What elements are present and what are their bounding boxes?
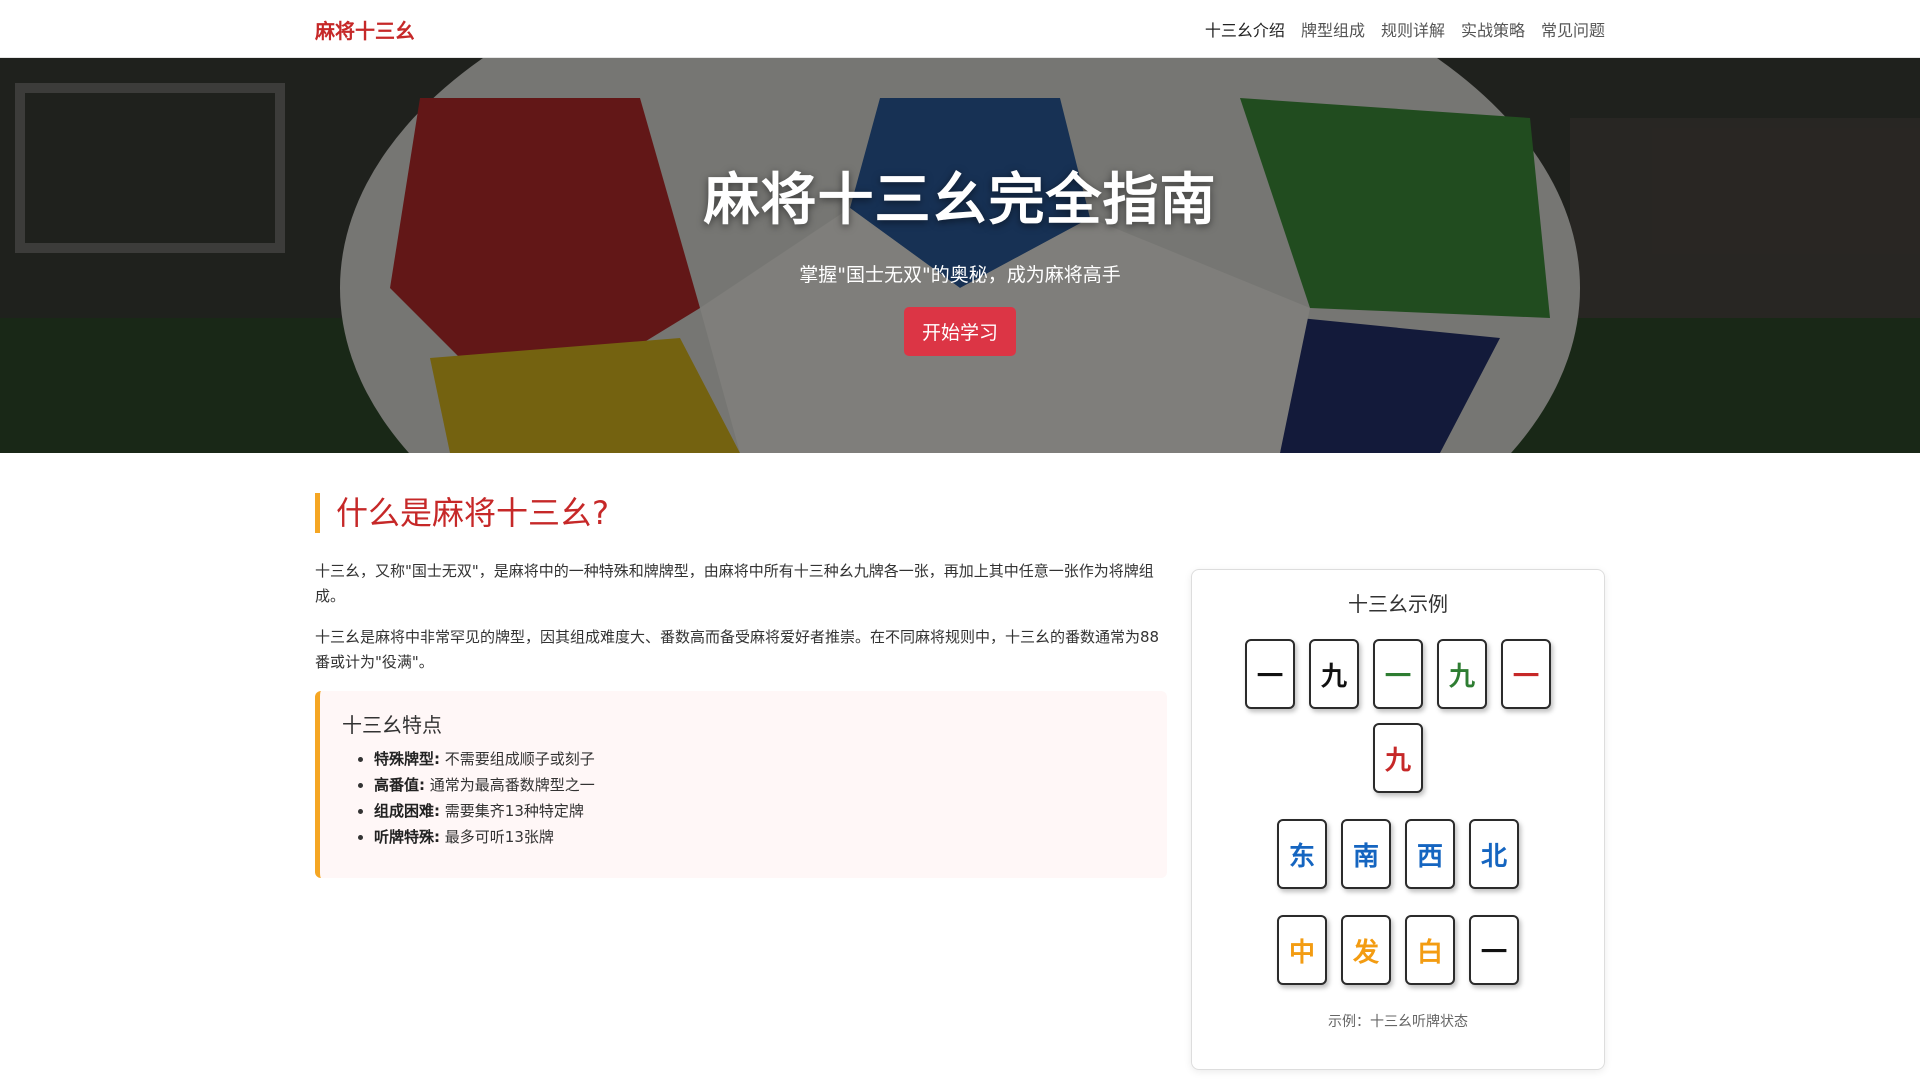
mahjong-tile: 北 — [1468, 819, 1519, 889]
mahjong-tile: 一 — [1500, 639, 1551, 709]
feature-text: 通常为最高番数牌型之一 — [429, 776, 595, 794]
nav-links: 十三幺介绍 牌型组成 规则详解 实战策略 常见问题 — [1205, 13, 1605, 45]
intro-column: 十三幺，又称"国士无双"，是麻将中的一种特殊和牌牌型，由麻将中所有十三种幺九牌各… — [315, 559, 1167, 1070]
intro-paragraph-2: 十三幺是麻将中非常罕见的牌型，因其组成难度大、番数高而备受麻将爱好者推崇。在不同… — [315, 628, 1160, 671]
mahjong-tile: 中 — [1276, 915, 1327, 985]
nav-link-faq[interactable]: 常见问题 — [1541, 13, 1605, 45]
nav-link-rules[interactable]: 规则详解 — [1381, 13, 1445, 45]
nav-link-strategy[interactable]: 实战策略 — [1461, 13, 1525, 45]
hero-content: 麻将十三幺完全指南 掌握"国士无双"的奥秘，成为麻将高手 开始学习 — [704, 155, 1217, 356]
feature-item: 高番值: 通常为最高番数牌型之一 — [374, 772, 1145, 798]
feature-item: 组成困难: 需要集齐13种特定牌 — [374, 798, 1145, 824]
example-caption: 示例：十三幺听牌状态 — [1327, 1014, 1468, 1030]
tile-row-terminals: 一九一九一九 — [1212, 639, 1584, 793]
mahjong-tile: 一 — [1372, 639, 1423, 709]
hero-banner: 麻将十三幺完全指南 掌握"国士无双"的奥秘，成为麻将高手 开始学习 — [0, 58, 1920, 453]
mahjong-tile: 南 — [1340, 819, 1391, 889]
features-title: 十三幺特点 — [342, 713, 442, 737]
mahjong-tile: 九 — [1372, 723, 1423, 793]
feature-text: 需要集齐13种特定牌 — [444, 802, 584, 820]
features-box: 十三幺特点 特殊牌型: 不需要组成顺子或刻子 高番值: 通常为最高番数牌型之一 … — [315, 691, 1167, 878]
feature-label: 特殊牌型: — [374, 750, 440, 768]
nav-link-intro[interactable]: 十三幺介绍 — [1205, 13, 1285, 45]
feature-item: 听牌特殊: 最多可听13张牌 — [374, 824, 1145, 850]
intro-paragraph-1: 十三幺，又称"国士无双"，是麻将中的一种特殊和牌牌型，由麻将中所有十三种幺九牌各… — [315, 562, 1154, 605]
example-card: 十三幺示例 一九一九一九 东南西北 中发白一 示例：十三幺听牌状态 — [1190, 569, 1605, 1070]
nav-link-composition[interactable]: 牌型组成 — [1301, 13, 1365, 45]
navbar-inner: 麻将十三幺 十三幺介绍 牌型组成 规则详解 实战策略 常见问题 — [315, 0, 1605, 58]
mahjong-tile: 东 — [1276, 819, 1327, 889]
feature-label: 组成困难: — [374, 802, 440, 820]
example-title: 十三幺示例 — [1347, 592, 1448, 616]
feature-label: 听牌特殊: — [374, 828, 440, 846]
feature-item: 特殊牌型: 不需要组成顺子或刻子 — [374, 746, 1145, 772]
feature-text: 最多可听13张牌 — [444, 828, 554, 846]
section-title: 什么是麻将十三幺? — [315, 493, 1605, 533]
tile-row-dragons: 中发白一 — [1212, 915, 1584, 985]
hero-title: 麻将十三幺完全指南 — [703, 168, 1217, 233]
mahjong-tile: 一 — [1244, 639, 1295, 709]
mahjong-tile: 发 — [1340, 915, 1391, 985]
mahjong-tile: 九 — [1436, 639, 1487, 709]
mahjong-tile: 西 — [1404, 819, 1455, 889]
feature-text: 不需要组成顺子或刻子 — [444, 750, 595, 768]
feature-label: 高番值: — [374, 776, 425, 794]
features-list: 特殊牌型: 不需要组成顺子或刻子 高番值: 通常为最高番数牌型之一 组成困难: … — [342, 746, 1145, 850]
tile-row-winds: 东南西北 — [1212, 819, 1584, 889]
mahjong-tile: 白 — [1404, 915, 1455, 985]
mahjong-tile: 九 — [1308, 639, 1359, 709]
hero-subtitle: 掌握"国士无双"的奥秘，成为麻将高手 — [799, 264, 1121, 286]
main-content: 什么是麻将十三幺? 十三幺，又称"国士无双"，是麻将中的一种特殊和牌牌型，由麻将… — [315, 453, 1605, 1070]
navbar: 麻将十三幺 十三幺介绍 牌型组成 规则详解 实战策略 常见问题 — [0, 0, 1920, 58]
mahjong-tile: 一 — [1468, 915, 1519, 985]
brand-logo[interactable]: 麻将十三幺 — [315, 15, 415, 44]
start-learning-button[interactable]: 开始学习 — [903, 307, 1016, 356]
content-row: 十三幺，又称"国士无双"，是麻将中的一种特殊和牌牌型，由麻将中所有十三种幺九牌各… — [315, 559, 1605, 1070]
example-column: 十三幺示例 一九一九一九 东南西北 中发白一 示例：十三幺听牌状态 — [1190, 569, 1605, 1070]
